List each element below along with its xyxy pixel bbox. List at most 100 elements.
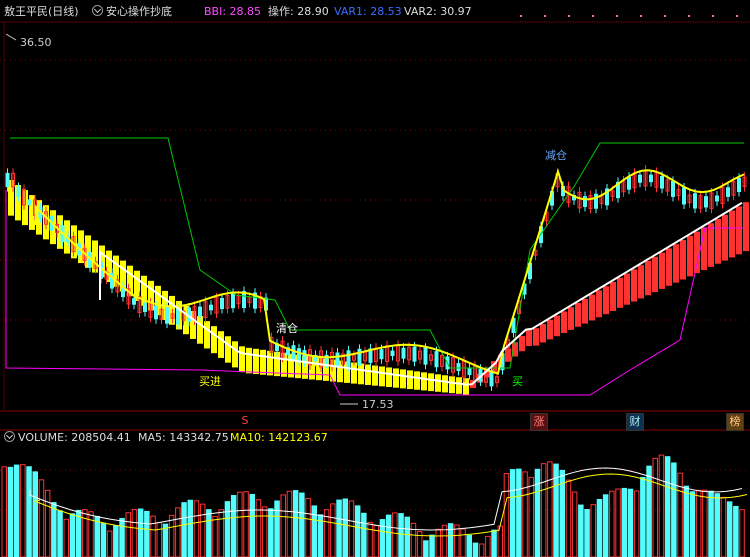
volume-bar	[57, 510, 63, 557]
candle-body	[682, 187, 686, 205]
volume-bar	[509, 469, 516, 557]
indicator-name: 安心操作抄底	[106, 5, 172, 18]
ma5-value: MA5: 143342.75	[138, 431, 229, 444]
band-bar	[645, 261, 651, 296]
volume-bar	[726, 501, 733, 557]
band-bar	[582, 298, 588, 324]
candle-body	[715, 195, 719, 202]
cai-tag[interactable]: 财	[626, 413, 644, 431]
volume-bar	[100, 522, 107, 557]
volume-value: VOLUME: 208504.41	[18, 431, 131, 444]
band-bar	[687, 235, 693, 277]
volume-bar	[516, 468, 522, 557]
signal-jiancang: 减仓	[545, 149, 567, 162]
candle-body	[390, 350, 395, 357]
volume-bar	[311, 505, 317, 557]
high-price-label: 36.50	[20, 36, 52, 49]
candle-body	[165, 307, 169, 324]
band-bar	[743, 202, 749, 252]
band-bar	[232, 341, 238, 368]
candle-body	[434, 351, 439, 368]
volume-bar	[664, 456, 671, 557]
volume-bar	[224, 501, 231, 557]
volume-bar	[63, 518, 69, 557]
candle-body	[726, 187, 730, 197]
band-bar	[603, 286, 609, 315]
volume-bar	[565, 479, 572, 557]
volume-bar	[144, 510, 150, 557]
volume-bar	[478, 543, 485, 557]
volume-bar	[330, 503, 336, 557]
volume-bar	[51, 502, 57, 557]
band-bar	[708, 223, 714, 267]
volume-bar	[683, 485, 689, 557]
band-bar	[456, 377, 462, 394]
caozuo-value: 操作: 28.90	[268, 5, 329, 18]
candle-body	[132, 298, 136, 305]
header-dot	[520, 15, 522, 17]
band-bar	[260, 349, 266, 375]
volume-bar	[150, 515, 156, 557]
volume-bar	[410, 522, 417, 557]
volume-bar	[714, 493, 720, 557]
band-bar	[589, 294, 595, 321]
volume-bar	[292, 490, 299, 557]
bang-tag[interactable]: 榜	[726, 413, 744, 431]
band-bar	[610, 282, 616, 311]
signal-mai: 买	[512, 375, 523, 388]
volume-bar	[578, 504, 584, 557]
band-bar	[211, 326, 217, 354]
candle-body	[297, 348, 301, 362]
band-bar	[442, 375, 448, 393]
volume-bar	[571, 491, 578, 557]
volume-bar	[125, 512, 131, 557]
volume-bar	[26, 466, 32, 557]
candle-body	[379, 349, 384, 360]
candle-body	[346, 350, 351, 367]
volume-bar	[131, 508, 138, 557]
band-bar	[400, 369, 406, 389]
band-bar	[652, 256, 658, 293]
band-bar	[414, 371, 420, 390]
band-bar	[533, 328, 539, 346]
band-bar	[547, 319, 553, 340]
band-bar	[365, 364, 371, 385]
header-dot	[688, 15, 690, 17]
volume-selector[interactable]: VOLUME: 208504.41	[4, 431, 131, 445]
kline-chart[interactable]	[0, 0, 750, 557]
indicator-selector[interactable]: 安心操作抄底	[92, 4, 172, 20]
signal-mairu-jin: 买进	[199, 375, 221, 388]
dropdown-circle-icon	[92, 5, 103, 16]
header-dot	[664, 15, 666, 17]
candle-body	[412, 346, 417, 362]
volume-bar	[156, 522, 162, 557]
band-bar	[225, 336, 231, 363]
volume-bar	[466, 534, 472, 557]
header-dot	[640, 15, 642, 17]
volume-bar	[720, 496, 727, 557]
band-bar	[554, 315, 560, 337]
volume-bar	[212, 515, 218, 557]
band-bar	[351, 362, 357, 384]
volume-bar	[621, 487, 627, 557]
volume-bar	[249, 493, 255, 557]
volume-bar	[528, 476, 534, 557]
candle-body	[693, 193, 697, 209]
volume-bar	[361, 512, 367, 557]
header-dot	[712, 15, 714, 17]
band-bar	[561, 311, 567, 334]
volume-bar	[398, 513, 404, 557]
volume-bar	[367, 521, 373, 557]
high-marker-arrow	[5, 33, 17, 41]
volume-bar	[13, 464, 20, 557]
header-dot	[592, 15, 594, 17]
zhang-tag[interactable]: 涨	[530, 413, 548, 431]
volume-bar	[7, 466, 14, 557]
s-tag[interactable]: S	[240, 413, 250, 429]
candle-body	[220, 297, 224, 310]
volume-bar	[658, 454, 665, 557]
volume-bar	[435, 528, 441, 557]
candle-body	[737, 177, 741, 193]
volume-bar	[460, 528, 466, 557]
band-bar	[715, 219, 721, 264]
